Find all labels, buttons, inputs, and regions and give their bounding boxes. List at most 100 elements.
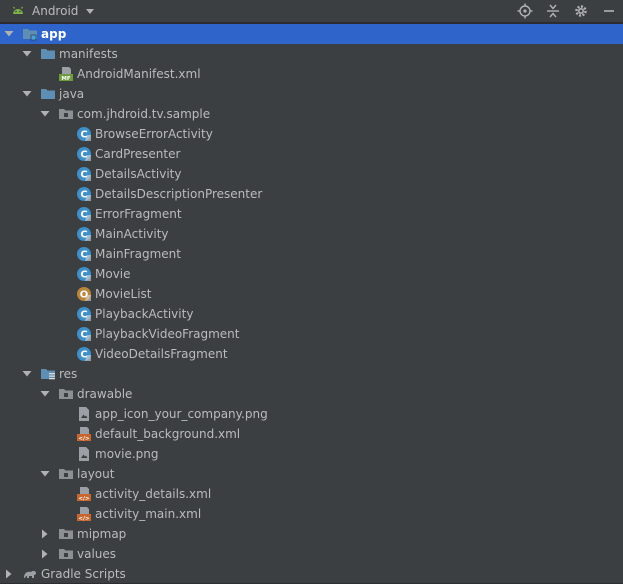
expand-down-icon[interactable] xyxy=(40,104,50,124)
tree-item[interactable]: </> activity_details.xml xyxy=(0,484,623,504)
android-icon xyxy=(10,3,26,19)
xml-file-icon: </> xyxy=(76,426,92,442)
tree-item[interactable]: java xyxy=(0,84,623,104)
expand-down-icon[interactable] xyxy=(22,84,32,104)
tree-item[interactable]: com.jhdroid.tv.sample xyxy=(0,104,623,124)
class-icon: C xyxy=(76,226,92,242)
tree-item[interactable]: C VideoDetailsFragment xyxy=(0,344,623,364)
expand-down-icon[interactable] xyxy=(4,24,14,44)
expand-down-icon[interactable] xyxy=(22,44,32,64)
tree-item[interactable]: C PlaybackActivity xyxy=(0,304,623,324)
tree-item[interactable]: C BrowseErrorActivity xyxy=(0,124,623,144)
tree-item[interactable]: C MainFragment xyxy=(0,244,623,264)
tree-item[interactable]: values xyxy=(0,544,623,564)
tree-item-label: mipmap xyxy=(77,527,127,541)
tree-item-label: DetailsDescriptionPresenter xyxy=(95,187,263,201)
class-icon: C xyxy=(76,306,92,322)
tree-item[interactable]: mipmap xyxy=(0,524,623,544)
class-icon: C xyxy=(76,326,92,342)
expand-right-icon[interactable] xyxy=(40,544,50,564)
class-icon: C xyxy=(76,166,92,182)
folder-icon xyxy=(40,86,56,102)
class-icon: C xyxy=(76,346,92,362)
view-selector[interactable]: Android xyxy=(10,3,96,19)
tree-item-label: PlaybackActivity xyxy=(95,307,194,321)
class-icon: C xyxy=(76,246,92,262)
tree-item-label: BrowseErrorActivity xyxy=(95,127,213,141)
tree-item-label: java xyxy=(59,87,85,101)
svg-text:</>: </> xyxy=(78,496,90,502)
tree-item[interactable]: C Movie xyxy=(0,264,623,284)
view-selector-label: Android xyxy=(32,4,79,18)
module-folder-icon xyxy=(22,26,38,42)
tree-item[interactable]: O MovieList xyxy=(0,284,623,304)
expand-down-icon[interactable] xyxy=(40,384,50,404)
tree-item-label: Movie xyxy=(95,267,131,281)
svg-text:</>: </> xyxy=(78,516,90,522)
package-icon xyxy=(58,526,74,542)
xml-file-icon: </> xyxy=(76,486,92,502)
tree-item-label: ErrorFragment xyxy=(95,207,182,221)
tree-item[interactable]: Gradle Scripts xyxy=(0,564,623,584)
tree-item[interactable]: C ErrorFragment xyxy=(0,204,623,224)
manifest-file-icon: MF xyxy=(58,66,74,82)
svg-text:</>: </> xyxy=(78,436,90,442)
hide-icon[interactable] xyxy=(601,2,617,20)
gradle-icon xyxy=(22,566,38,582)
object-icon: O xyxy=(76,286,92,302)
tree-item[interactable]: drawable xyxy=(0,384,623,404)
tree-item[interactable]: app_icon_your_company.png xyxy=(0,404,623,424)
package-icon xyxy=(58,106,74,122)
tree-item[interactable]: layout xyxy=(0,464,623,484)
tree-item-label: manifests xyxy=(59,47,118,61)
tree-item-label: com.jhdroid.tv.sample xyxy=(77,107,211,121)
class-icon: C xyxy=(76,146,92,162)
tree-item-label: app_icon_your_company.png xyxy=(95,407,268,421)
tree-item-label: values xyxy=(77,547,117,561)
tree-item-label: DetailsActivity xyxy=(95,167,182,181)
collapse-all-icon[interactable] xyxy=(545,2,561,20)
class-icon: C xyxy=(76,206,92,222)
expand-right-icon[interactable] xyxy=(4,564,14,584)
tree-item[interactable]: C DetailsActivity xyxy=(0,164,623,184)
tree-item[interactable]: MF AndroidManifest.xml xyxy=(0,64,623,84)
expand-down-icon[interactable] xyxy=(22,364,32,384)
image-file-icon xyxy=(76,406,92,422)
class-icon: C xyxy=(76,186,92,202)
tree-item-label: app xyxy=(41,27,67,41)
tree-item[interactable]: C CardPresenter xyxy=(0,144,623,164)
image-file-icon xyxy=(76,446,92,462)
tree-item[interactable]: </> default_background.xml xyxy=(0,424,623,444)
tree-item-label: res xyxy=(59,367,78,381)
tree-item[interactable]: </> activity_main.xml xyxy=(0,504,623,524)
expand-down-icon[interactable] xyxy=(40,464,50,484)
package-icon xyxy=(58,386,74,402)
class-icon: C xyxy=(76,126,92,142)
project-toolbar: Android xyxy=(0,0,623,23)
settings-icon[interactable] xyxy=(573,2,589,20)
tree-item[interactable]: manifests xyxy=(0,44,623,64)
tree-item[interactable]: res xyxy=(0,364,623,384)
package-icon xyxy=(58,466,74,482)
tree-item-label: drawable xyxy=(77,387,133,401)
tree-item-label: VideoDetailsFragment xyxy=(95,347,228,361)
project-tree[interactable]: app manifests MF AndroidManifest.xml java com… xyxy=(0,24,623,583)
tree-item[interactable]: C PlaybackVideoFragment xyxy=(0,324,623,344)
tree-item[interactable]: C MainActivity xyxy=(0,224,623,244)
expand-right-icon[interactable] xyxy=(40,524,50,544)
tree-item-label: default_background.xml xyxy=(95,427,241,441)
tree-item-label: CardPresenter xyxy=(95,147,181,161)
class-icon: C xyxy=(76,266,92,282)
tree-item[interactable]: movie.png xyxy=(0,444,623,464)
res-folder-icon xyxy=(40,366,56,382)
locate-icon[interactable] xyxy=(517,2,533,20)
tree-item-label: activity_details.xml xyxy=(95,487,212,501)
xml-file-icon: </> xyxy=(76,506,92,522)
tree-item[interactable]: C DetailsDescriptionPresenter xyxy=(0,184,623,204)
tree-item-label: AndroidManifest.xml xyxy=(77,67,201,81)
tree-item-label: PlaybackVideoFragment xyxy=(95,327,240,341)
tree-item-label: MovieList xyxy=(95,287,152,301)
tree-item-label: activity_main.xml xyxy=(95,507,202,521)
tree-item[interactable]: app xyxy=(0,24,623,44)
tree-item-label: Gradle Scripts xyxy=(41,567,126,581)
